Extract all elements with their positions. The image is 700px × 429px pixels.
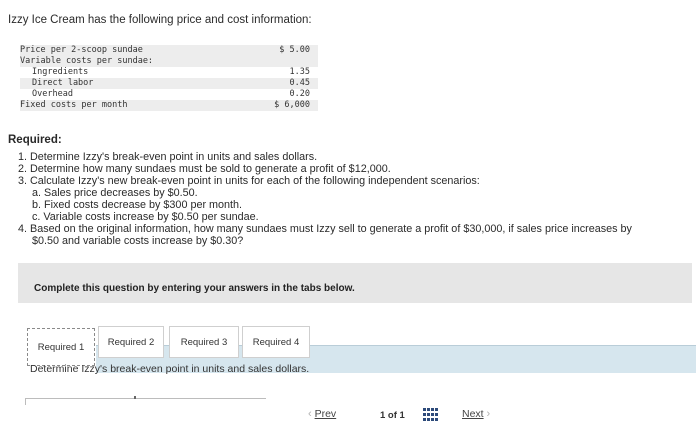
instruction-text: Determine Izzy's break-even point in uni… bbox=[30, 363, 310, 375]
tab-required-3[interactable]: Required 3 bbox=[169, 326, 239, 358]
answer-table-marker bbox=[134, 396, 136, 399]
table-row: Variable costs per sundae: bbox=[20, 56, 318, 67]
row-label: Ingredients bbox=[32, 67, 89, 77]
instructions-panel: Complete this question by entering your … bbox=[18, 263, 692, 303]
required-item: c. Variable costs increase by $0.50 per … bbox=[32, 211, 259, 223]
row-label: Overhead bbox=[32, 89, 73, 99]
required-item: 3. Calculate Izzy's new break-even point… bbox=[18, 175, 480, 187]
row-label: Variable costs per sundae: bbox=[20, 56, 154, 66]
required-item: 1. Determine Izzy's break-even point in … bbox=[18, 151, 318, 163]
answer-table-edge bbox=[25, 398, 266, 405]
row-value: $ 6,000 bbox=[274, 100, 310, 110]
chevron-right-icon: › bbox=[486, 408, 491, 420]
page-indicator: 1 of 1 bbox=[380, 410, 405, 421]
required-item: $0.50 and variable costs increase by $0.… bbox=[32, 235, 244, 247]
grid-icon[interactable] bbox=[423, 408, 438, 422]
required-item: a. Sales price decreases by $0.50. bbox=[32, 187, 198, 199]
prev-label: Prev bbox=[314, 408, 337, 420]
row-value: 0.20 bbox=[289, 89, 310, 99]
tab-required-1[interactable]: Required 1 bbox=[27, 328, 95, 366]
required-item: 4. Based on the original information, ho… bbox=[18, 223, 632, 235]
row-value: 1.35 bbox=[289, 67, 310, 77]
chevron-left-icon: ‹ bbox=[308, 408, 312, 420]
panel-text: Complete this question by entering your … bbox=[34, 283, 355, 294]
table-row: Direct labor 0.45 bbox=[20, 78, 318, 89]
next-label: Next bbox=[462, 408, 484, 420]
row-label: Fixed costs per month bbox=[20, 100, 128, 110]
required-item: b. Fixed costs decrease by $300 per mont… bbox=[32, 199, 243, 211]
required-heading: Required: bbox=[8, 134, 62, 146]
intro-text: Izzy Ice Cream has the following price a… bbox=[8, 14, 312, 26]
table-row: Overhead 0.20 bbox=[20, 89, 318, 100]
next-button[interactable]: Next › bbox=[462, 408, 490, 420]
price-cost-table: Price per 2-scoop sundae $ 5.00 Variable… bbox=[20, 45, 318, 111]
tab-required-2[interactable]: Required 2 bbox=[98, 326, 164, 358]
row-label: Price per 2-scoop sundae bbox=[20, 45, 143, 55]
table-row: Fixed costs per month $ 6,000 bbox=[20, 100, 318, 111]
table-row: Ingredients 1.35 bbox=[20, 67, 318, 78]
row-label: Direct labor bbox=[32, 78, 94, 88]
tab-required-4[interactable]: Required 4 bbox=[242, 326, 310, 358]
required-item: 2. Determine how many sundaes must be so… bbox=[18, 163, 391, 175]
table-row: Price per 2-scoop sundae $ 5.00 bbox=[20, 45, 318, 56]
prev-button[interactable]: ‹ Prev bbox=[308, 408, 336, 420]
row-value: 0.45 bbox=[289, 78, 310, 88]
row-value: $ 5.00 bbox=[279, 45, 310, 55]
